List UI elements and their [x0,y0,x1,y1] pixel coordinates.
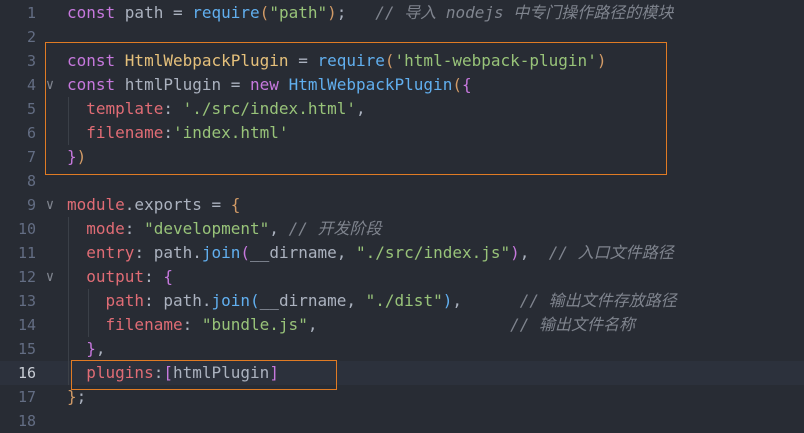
code-token: module [67,195,125,214]
annotation-box-plugin-definition [45,42,667,175]
code-token: mode [86,219,125,238]
line-number: 4 [26,76,36,94]
code-token: : [124,219,145,238]
code-token: , [307,315,511,334]
code-token: "path" [269,3,328,22]
code-token: "bundle.js" [201,315,308,334]
code-line[interactable]: 11 entry: path.join(__dirname, "./src/in… [0,241,804,265]
code-token: // 入口文件路径 [548,243,674,262]
code-token: // 导入 nodejs 中专门操作路径的模块 [375,3,674,22]
code-token: "./src/index.js" [356,243,511,262]
code-line[interactable]: 9 ∨ module.exports = { [0,193,804,217]
line-number: 10 [17,220,36,238]
code-token: __dirname, [259,291,366,310]
code-token: = [172,3,193,22]
code-token: require [192,3,260,22]
indent-guide [88,289,89,337]
code-editor[interactable]: 1 const path = require("path"); // 导入 nod… [0,0,804,430]
code-token: ) [510,243,520,262]
code-token: entry [86,243,135,262]
code-token: { [163,267,173,286]
code-token: : [182,315,202,334]
line-number: 3 [26,52,36,70]
code-line[interactable]: 15 }, [0,337,804,361]
line-number: 9 [26,196,36,214]
code-token: filename [105,315,183,334]
code-token: , [519,243,549,262]
code-token: join [211,291,251,310]
line-number: 13 [17,292,36,310]
code-token: path [124,3,173,22]
code-line[interactable]: 18 [0,409,804,433]
code-token: } [86,339,96,358]
fold-chevron-icon[interactable]: ∨ [43,265,57,289]
code-token: ( [240,243,251,262]
line-number: 7 [26,148,36,166]
line-number: 5 [26,100,36,118]
code-token: // 输出文件存放路径 [519,291,677,310]
indent-guide [68,217,69,385]
line-number: 14 [17,316,36,334]
code-token: ) [442,291,453,310]
code-text[interactable]: const path = require("path"); // 导入 node… [67,1,673,25]
line-number: 11 [17,244,36,262]
code-token: : path. [144,291,212,310]
code-token: : [144,267,164,286]
code-token: ( [259,3,270,22]
line-number: 12 [17,268,36,286]
code-token: "./dist" [365,291,443,310]
code-text[interactable]: entry: path.join(__dirname, "./src/index… [67,241,674,265]
line-number: 1 [26,4,36,22]
code-line[interactable]: 14 filename: "bundle.js", // 输出文件名称 [0,313,804,337]
code-text[interactable]: output: { [67,265,173,289]
code-token: : path. [134,243,202,262]
annotation-box-plugins-line [71,360,337,390]
code-line[interactable]: 12 ∨ output: { [0,265,804,289]
line-number: 6 [26,124,36,142]
line-number: 17 [17,388,36,406]
code-token: ) [327,3,337,22]
code-text[interactable]: }, [67,337,106,361]
code-token: join [201,243,241,262]
code-text[interactable]: path: path.join(__dirname, "./dist"), //… [67,289,677,313]
code-token: "development" [144,219,270,238]
line-number: 16 [17,364,36,382]
line-number: 8 [26,172,36,190]
code-token: ; [336,3,376,22]
code-token: // 输出文件名称 [510,315,636,334]
line-number: 18 [17,412,36,430]
line-number: 2 [26,28,36,46]
code-token: const [67,3,125,22]
code-line[interactable]: 13 path: path.join(__dirname, "./dist"),… [0,289,804,313]
code-token: output [86,267,145,286]
code-text[interactable]: filename: "bundle.js", // 输出文件名称 [67,313,636,337]
code-token: , [95,339,106,358]
code-token: // 开发阶段 [288,219,382,238]
code-token: .exports [124,195,212,214]
code-token: , [452,291,520,310]
code-line[interactable]: 1 const path = require("path"); // 导入 nod… [0,1,804,25]
line-number: 15 [17,340,36,358]
code-text[interactable]: mode: "development", // 开发阶段 [67,217,381,241]
code-token: { [230,195,241,214]
code-line[interactable]: 10 mode: "development", // 开发阶段 [0,217,804,241]
code-token: __dirname, [250,243,357,262]
code-token: , [269,219,289,238]
code-token: path [105,291,145,310]
code-token: = [211,195,231,214]
code-text[interactable]: module.exports = { [67,193,240,217]
code-token: ( [250,291,260,310]
fold-chevron-icon[interactable]: ∨ [43,193,57,217]
